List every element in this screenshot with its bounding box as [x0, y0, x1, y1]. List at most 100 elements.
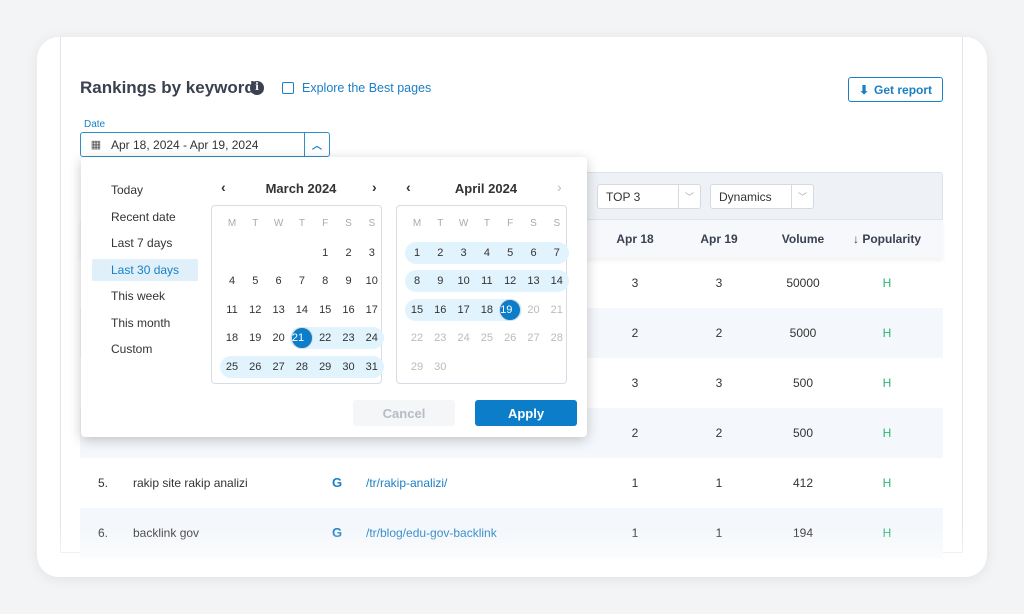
day-cell[interactable]: 19 [244, 327, 266, 349]
day-cell[interactable]: 28 [291, 356, 313, 378]
col-apr19[interactable]: Apr 19 [700, 232, 737, 246]
day-cell[interactable]: 31 [361, 356, 383, 378]
day-cell[interactable]: 3 [361, 242, 383, 264]
day-cell[interactable]: 13 [523, 270, 545, 292]
view-mode-select[interactable]: Dynamics ﹀ [710, 184, 814, 209]
day-cell[interactable]: 1 [406, 242, 428, 264]
popularity: H [882, 276, 892, 290]
day-cell[interactable]: 18 [221, 327, 243, 349]
day-cell[interactable]: 27 [268, 356, 290, 378]
url-link[interactable]: /tr/rakip-analizi/ [366, 476, 447, 490]
position-apr18: 1 [631, 476, 639, 490]
main-card: Rankings by keywords i Explore the Best … [37, 37, 987, 577]
day-cell[interactable]: 14 [546, 270, 568, 292]
google-icon: G [331, 475, 343, 490]
day-cell[interactable]: 2 [338, 242, 360, 264]
get-report-button[interactable]: ⬇ Get report [848, 77, 943, 102]
day-cell[interactable]: 10 [453, 270, 475, 292]
col-apr18[interactable]: Apr 18 [616, 232, 653, 246]
day-cell[interactable]: 9 [338, 270, 360, 292]
day-cell[interactable]: 9 [429, 270, 451, 292]
chevron-down-icon: ﹀ [791, 185, 813, 208]
volume: 500 [792, 376, 814, 390]
preset-this-week[interactable]: This week [92, 285, 198, 307]
day-cell[interactable]: 18 [476, 299, 498, 321]
day-cell[interactable]: 11 [476, 270, 498, 292]
apply-button[interactable]: Apply [475, 400, 577, 426]
preset-custom[interactable]: Custom [92, 338, 198, 360]
preset-today[interactable]: Today [92, 179, 198, 201]
info-icon[interactable]: i [250, 81, 264, 95]
day-cell: 22 [410, 332, 424, 344]
day-cell[interactable]: 7 [546, 242, 568, 264]
day-cell[interactable]: 6 [268, 270, 290, 292]
col-popularity[interactable]: ↓ Popularity [853, 232, 921, 246]
cancel-button[interactable]: Cancel [353, 400, 455, 426]
day-cell[interactable]: 15 [406, 299, 428, 321]
day-cell[interactable]: 26 [244, 356, 266, 378]
view-select-value: Dynamics [719, 189, 772, 204]
col-volume[interactable]: Volume [782, 232, 824, 246]
weekday-label: T [483, 218, 490, 229]
explore-best-pages-link[interactable]: Explore the Best pages [282, 81, 431, 95]
day-cell[interactable]: 30 [338, 356, 360, 378]
day-cell: 27 [527, 332, 540, 344]
position-apr19: 3 [715, 376, 723, 390]
day-cell[interactable]: 7 [291, 270, 313, 292]
day-cell: 29 [410, 360, 424, 373]
day-cell[interactable]: 11 [221, 299, 243, 321]
day-cell[interactable]: 5 [244, 270, 266, 292]
preset-last-30-days[interactable]: Last 30 days [92, 258, 198, 281]
day-cell[interactable]: 17 [453, 299, 475, 321]
day-cell[interactable]: 16 [338, 299, 360, 321]
weekday-label: W [273, 218, 284, 229]
day-cell: 23 [434, 332, 447, 344]
day-cell[interactable]: 13 [268, 299, 290, 321]
weekday-label: F [507, 218, 514, 229]
day-cell[interactable]: 4 [221, 270, 243, 292]
day-cell[interactable]: 25 [221, 356, 243, 378]
prev-month-button[interactable]: ‹ [406, 179, 411, 195]
day-cell[interactable]: 23 [338, 327, 360, 349]
weekday-label: S [345, 218, 352, 229]
date-range-value: Apr 18, 2024 - Apr 19, 2024 [111, 137, 259, 152]
day-cell[interactable]: 24 [361, 327, 383, 349]
day-cell[interactable]: 12 [244, 299, 266, 321]
selected-day[interactable]: 21 [290, 327, 313, 349]
day-cell[interactable]: 4 [476, 242, 498, 264]
weekday-label: T [252, 218, 259, 229]
calendar-april: M T W T F S S 1 2 3 4 5 6 7 8 9 10 11 12 13 14 15 16 17 18 19 20 21… [396, 205, 569, 384]
day-cell[interactable]: 2 [429, 242, 451, 264]
weekday-label: S [553, 218, 561, 229]
day-cell[interactable]: 17 [361, 299, 383, 321]
chevron-up-icon[interactable]: ︿ [304, 133, 329, 156]
position-apr18: 2 [631, 326, 639, 340]
day-cell[interactable]: 5 [499, 242, 521, 264]
date-label: Date [84, 119, 106, 130]
next-month-button[interactable]: › [372, 179, 377, 195]
day-cell[interactable]: 14 [291, 299, 313, 321]
day-cell[interactable]: 29 [314, 356, 336, 378]
day-cell: 20 [527, 303, 540, 316]
preset-this-month[interactable]: This month [92, 312, 198, 334]
day-cell[interactable]: 12 [499, 270, 521, 292]
day-cell[interactable]: 8 [406, 270, 428, 292]
weekday-label: M [227, 218, 237, 229]
day-cell[interactable]: 10 [361, 270, 383, 292]
month-title-march: March 2024 [265, 181, 337, 196]
prev-month-button[interactable]: ‹ [221, 179, 226, 195]
preset-recent-date[interactable]: Recent date [92, 206, 198, 228]
day-cell[interactable]: 16 [429, 299, 451, 321]
day-cell[interactable]: 6 [523, 242, 545, 264]
day-cell[interactable]: 22 [314, 327, 336, 349]
day-cell[interactable]: 8 [314, 270, 336, 292]
preset-last-7-days[interactable]: Last 7 days [92, 232, 198, 254]
day-cell[interactable]: 1 [314, 242, 336, 264]
day-cell[interactable]: 3 [453, 242, 475, 264]
date-range-input[interactable]: ▦ Apr 18, 2024 - Apr 19, 2024 ︿ [80, 132, 330, 157]
selected-day[interactable]: 19 [499, 298, 522, 321]
day-cell[interactable]: 20 [268, 327, 290, 349]
position-apr19: 3 [715, 276, 723, 290]
day-cell[interactable]: 15 [314, 299, 336, 321]
top-positions-select[interactable]: TOP 3 ﹀ [597, 184, 701, 209]
